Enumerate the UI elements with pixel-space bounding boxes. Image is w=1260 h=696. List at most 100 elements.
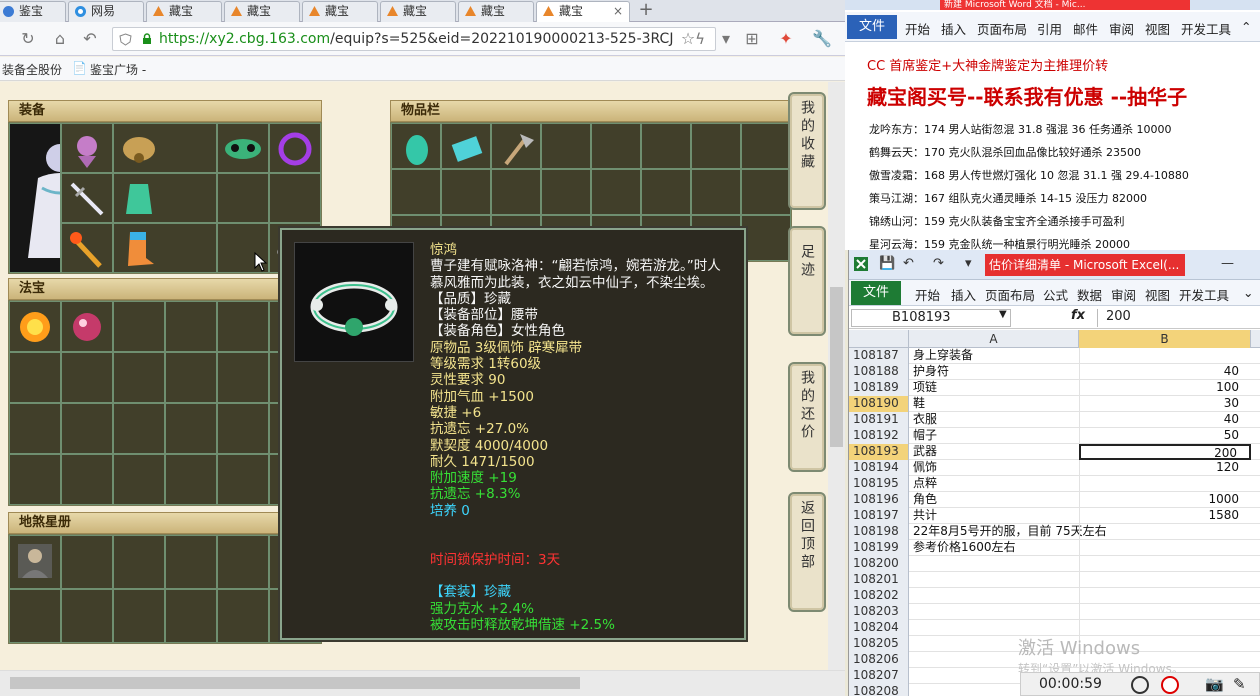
row-number[interactable]: 108196 [849,492,909,508]
column-header-a[interactable]: A [909,330,1079,348]
redo-icon[interactable]: ↷ [933,256,944,271]
cell-b[interactable]: 50 [1079,428,1251,444]
cell-b[interactable] [1079,588,1251,604]
cell-a[interactable] [913,588,1079,604]
word-tab[interactable]: 插入 [941,19,966,38]
row-number[interactable]: 108189 [849,380,909,396]
close-tab-icon[interactable]: × [613,2,623,21]
excel-tab[interactable]: 审阅 [1111,285,1136,304]
extension-icon[interactable]: ✦ [776,29,796,49]
excel-tab[interactable]: 开发工具 [1179,285,1229,304]
excel-tab[interactable]: 页面布局 [985,285,1035,304]
customize-toolbar-icon[interactable]: ▾ [965,256,972,271]
scroll-thumb[interactable] [830,287,843,447]
back-to-top-button[interactable]: 返回顶部 [788,492,826,612]
bookmark-item[interactable]: 鉴宝广场 - [90,61,146,78]
row-number[interactable]: 108203 [849,604,909,620]
undo-close-icon[interactable]: ↶ [80,29,100,49]
browser-tab[interactable]: 藏宝 [224,1,300,22]
save-icon[interactable]: 💾 [879,256,895,271]
row-number[interactable]: 108190 [849,396,909,412]
row-number[interactable]: 108195 [849,476,909,492]
scroll-thumb[interactable] [10,677,580,689]
chevron-down-icon[interactable]: ▾ [716,29,736,49]
magic-slot[interactable] [61,301,113,352]
row-number[interactable]: 108192 [849,428,909,444]
cell-a[interactable]: 参考价格1600左右 [913,540,1079,556]
bookmark-item[interactable]: 装备全股份 [2,61,62,78]
equip-slot[interactable] [113,173,217,223]
cell-b[interactable] [1079,524,1251,540]
cell-a[interactable]: 护身符 [913,364,1079,380]
word-tab[interactable]: 开发工具 [1181,19,1231,38]
column-header-b[interactable]: B [1079,330,1251,348]
browser-tab[interactable]: 鉴宝 [0,1,66,22]
cell-a[interactable]: 武器 [913,444,1079,460]
excel-tab[interactable]: 公式 [1043,285,1068,304]
browser-tab[interactable]: 藏宝 [302,1,378,22]
word-tab[interactable]: 审阅 [1109,19,1134,38]
excel-tab[interactable]: 开始 [915,285,940,304]
word-document[interactable]: CC 首席鉴定+大神金牌鉴定为主推理价转 藏宝阁买号--联系我有优惠 --抽华子… [845,43,1260,250]
equip-slot[interactable] [269,123,321,173]
my-favorites-button[interactable]: 我的收藏 [788,92,826,210]
chevron-down-icon[interactable]: ⌄ [1243,285,1253,300]
cell-b[interactable]: 1580 [1079,508,1251,524]
row-number[interactable]: 108206 [849,652,909,668]
cell-b[interactable]: 120 [1079,460,1251,476]
minimize-icon[interactable]: — [1221,256,1234,271]
cell-a[interactable] [913,556,1079,572]
excel-tab[interactable]: 插入 [951,285,976,304]
new-tab-button[interactable]: + [632,0,660,22]
excel-tab[interactable]: 视图 [1145,285,1170,304]
cell-a[interactable]: 项链 [913,380,1079,396]
cell-b[interactable] [1079,572,1251,588]
equip-slot[interactable] [61,223,113,273]
name-box[interactable]: B108193 [851,309,1011,327]
stop-icon[interactable] [1161,676,1179,694]
cell-b-selected[interactable]: 200 [1079,444,1251,460]
excel-file-tab[interactable]: 文件 [851,281,901,305]
pause-icon[interactable] [1131,676,1149,694]
row-number[interactable]: 108200 [849,556,909,572]
excel-tab[interactable]: 数据 [1077,285,1102,304]
word-tab[interactable]: 页面布局 [977,19,1027,38]
cell-a[interactable]: 帽子 [913,428,1079,444]
refresh-icon[interactable]: ↻ [18,29,38,49]
cell-a[interactable]: 点粹 [913,476,1079,492]
equip-slot[interactable] [61,173,113,223]
tools-icon[interactable]: 🔧 [812,29,832,49]
inventory-slot[interactable] [441,123,491,169]
star-icon[interactable]: ☆ [678,29,698,49]
row-number[interactable]: 108198 [849,524,909,540]
row-number[interactable]: 108197 [849,508,909,524]
browser-tab[interactable]: 藏宝 [146,1,222,22]
cell-a[interactable]: 共计 [913,508,1079,524]
equip-slot[interactable] [217,123,269,173]
book-slot[interactable] [9,535,61,589]
row-number[interactable]: 108187 [849,348,909,364]
grid-icon[interactable]: ⊞ [742,29,762,49]
pen-icon[interactable]: ✎ [1233,675,1246,693]
row-number[interactable]: 108202 [849,588,909,604]
vertical-scrollbar[interactable] [828,82,845,670]
equip-slot[interactable] [61,123,113,173]
word-file-tab[interactable]: 文件 [847,15,897,39]
formula-input[interactable]: 200 [1097,309,1259,327]
undo-icon[interactable]: ↶ [903,256,914,271]
cell-b[interactable] [1079,476,1251,492]
word-tab[interactable]: 视图 [1145,19,1170,38]
cell-a[interactable]: 佩饰 [913,460,1079,476]
camera-icon[interactable]: 📷 [1205,675,1224,693]
row-number[interactable]: 108201 [849,572,909,588]
browser-tab[interactable]: 网易 [68,1,144,22]
cell-b[interactable]: 100 [1079,380,1251,396]
cell-b[interactable] [1079,604,1251,620]
cell-b[interactable] [1079,540,1251,556]
row-number[interactable]: 108204 [849,620,909,636]
word-tab[interactable]: 引用 [1037,19,1062,38]
row-number[interactable]: 108188 [849,364,909,380]
word-tab[interactable]: 邮件 [1073,19,1098,38]
cell-b[interactable]: 40 [1079,412,1251,428]
cell-a[interactable] [913,572,1079,588]
